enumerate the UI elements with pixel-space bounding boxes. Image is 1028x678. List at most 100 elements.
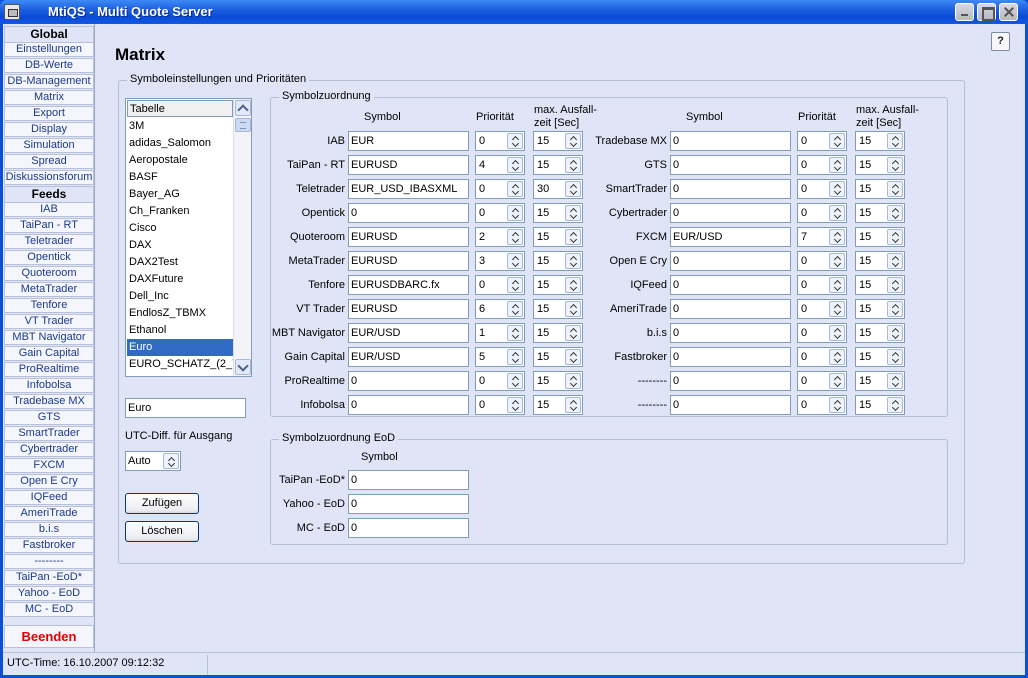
timeout-spinner[interactable]: 15	[533, 227, 583, 247]
spinner-icon[interactable]	[887, 349, 903, 365]
list-item[interactable]: EURO_SCHATZ_(2_YE	[127, 356, 233, 373]
priority-spinner[interactable]: 0	[797, 275, 847, 295]
timeout-spinner[interactable]: 15	[855, 347, 905, 367]
timeout-spinner[interactable]: 15	[855, 131, 905, 151]
list-item[interactable]: Ethanol	[127, 322, 233, 339]
sidebar-item-gain-capital[interactable]: Gain Capital	[4, 346, 94, 361]
sidebar-item-yahoo-eod[interactable]: Yahoo - EoD	[4, 586, 94, 601]
priority-spinner[interactable]: 0	[475, 179, 525, 199]
timeout-spinner[interactable]: 15	[855, 179, 905, 199]
list-item[interactable]: DAXFuture	[127, 271, 233, 288]
sidebar-item-b-i-s[interactable]: b.i.s	[4, 522, 94, 537]
minimize-button[interactable]	[955, 3, 974, 21]
timeout-spinner[interactable]: 15	[533, 203, 583, 223]
sidebar-item-einstellungen[interactable]: Einstellungen	[4, 42, 94, 57]
list-item-selected[interactable]: Euro	[127, 339, 233, 356]
spinner-icon[interactable]	[565, 157, 581, 173]
spinner-icon[interactable]	[507, 301, 523, 317]
timeout-spinner[interactable]: 15	[533, 347, 583, 367]
spinner-icon[interactable]	[565, 301, 581, 317]
symbol-input-tradebase-mx[interactable]: 0	[670, 131, 791, 151]
symbol-name-input[interactable]: Euro	[125, 398, 246, 418]
sidebar-item-display[interactable]: Display	[4, 122, 94, 137]
help-button[interactable]: ?	[991, 32, 1010, 51]
symbol-input-fxcm[interactable]: EUR/USD	[670, 227, 791, 247]
spinner-icon[interactable]	[507, 397, 523, 413]
priority-spinner[interactable]: 0	[797, 347, 847, 367]
app-icon[interactable]	[4, 4, 20, 20]
title-bar[interactable]: MtiQS - Multi Quote Server	[0, 0, 1028, 24]
timeout-spinner[interactable]: 15	[855, 251, 905, 271]
timeout-spinner[interactable]: 15	[855, 155, 905, 175]
sidebar-item-iab[interactable]: IAB	[4, 202, 94, 217]
scroll-up-icon[interactable]	[235, 100, 251, 116]
symbol-input-prorealtime[interactable]: 0	[348, 371, 469, 391]
spinner-icon[interactable]	[887, 133, 903, 149]
symbol-input-open-e-cry[interactable]: 0	[670, 251, 791, 271]
priority-spinner[interactable]: 0	[797, 131, 847, 151]
spinner-icon[interactable]	[829, 325, 845, 341]
utc-diff-select[interactable]: Auto	[125, 451, 181, 471]
spinner-icon[interactable]	[829, 277, 845, 293]
symbol-input-b-i-s[interactable]: 0	[670, 323, 791, 343]
sidebar-item-prorealtime[interactable]: ProRealtime	[4, 362, 94, 377]
spinner-icon[interactable]	[507, 181, 523, 197]
spinner-icon[interactable]	[829, 157, 845, 173]
spinner-icon[interactable]	[507, 325, 523, 341]
timeout-spinner[interactable]: 15	[533, 155, 583, 175]
spinner-icon[interactable]	[887, 373, 903, 389]
scroll-down-icon[interactable]	[235, 359, 251, 375]
spinner-icon[interactable]	[829, 301, 845, 317]
sidebar-item-iqfeed[interactable]: IQFeed	[4, 490, 94, 505]
symbol-input-mbt-navigator[interactable]: EUR/USD	[348, 323, 469, 343]
symbol-input-vt-trader[interactable]: EURUSD	[348, 299, 469, 319]
timeout-spinner[interactable]: 15	[855, 371, 905, 391]
symbol-input-opentick[interactable]: 0	[348, 203, 469, 223]
symbol-input-separator[interactable]: 0	[670, 395, 791, 415]
timeout-spinner[interactable]: 15	[855, 395, 905, 415]
symbol-input-metatrader[interactable]: EURUSD	[348, 251, 469, 271]
priority-spinner[interactable]: 0	[797, 395, 847, 415]
spinner-icon[interactable]	[887, 253, 903, 269]
list-item[interactable]: Aeropostale	[127, 152, 233, 169]
priority-spinner[interactable]: 0	[797, 371, 847, 391]
list-scrollbar[interactable]	[233, 99, 251, 376]
priority-spinner[interactable]: 0	[475, 131, 525, 151]
timeout-spinner[interactable]: 15	[855, 275, 905, 295]
timeout-spinner[interactable]: 15	[533, 371, 583, 391]
spinner-icon[interactable]	[829, 349, 845, 365]
timeout-spinner[interactable]: 15	[533, 323, 583, 343]
symbol-input-teletrader[interactable]: EUR_USD_IBASXML	[348, 179, 469, 199]
spinner-icon[interactable]	[565, 277, 581, 293]
spinner-icon[interactable]	[565, 373, 581, 389]
sidebar-item-tradebase-mx[interactable]: Tradebase MX	[4, 394, 94, 409]
symbol-input-separator[interactable]: 0	[670, 371, 791, 391]
spinner-icon[interactable]	[887, 301, 903, 317]
spinner-icon[interactable]	[887, 325, 903, 341]
spinner-icon[interactable]	[565, 253, 581, 269]
sidebar-item-separator[interactable]: --------	[4, 554, 94, 569]
sidebar-item-spread[interactable]: Spread	[4, 154, 94, 169]
sidebar-item-opentick[interactable]: Opentick	[4, 250, 94, 265]
spinner-icon[interactable]	[565, 349, 581, 365]
sidebar-item-taipan-rt[interactable]: TaiPan - RT	[4, 218, 94, 233]
spinner-icon[interactable]	[829, 229, 845, 245]
symbol-input-cybertrader[interactable]: 0	[670, 203, 791, 223]
spinner-icon[interactable]	[507, 205, 523, 221]
symbol-input-ameritrade[interactable]: 0	[670, 299, 791, 319]
eod-symbol-input-mc-eod[interactable]: 0	[348, 518, 469, 538]
spinner-icon[interactable]	[507, 349, 523, 365]
exit-button[interactable]: Beenden	[4, 625, 94, 648]
spinner-icon[interactable]	[507, 253, 523, 269]
sidebar-item-fxcm[interactable]: FXCM	[4, 458, 94, 473]
sidebar-item-infobolsa[interactable]: Infobolsa	[4, 378, 94, 393]
timeout-spinner[interactable]: 15	[855, 299, 905, 319]
symbol-input-fastbroker[interactable]: 0	[670, 347, 791, 367]
list-item[interactable]: DAX	[127, 237, 233, 254]
spinner-icon[interactable]	[887, 181, 903, 197]
symbol-input-iab[interactable]: EUR	[348, 131, 469, 151]
symbol-input-gts[interactable]: 0	[670, 155, 791, 175]
list-item[interactable]: EndlosZ_TBMX	[127, 305, 233, 322]
symbol-input-tenfore[interactable]: EURUSDBARC.fx	[348, 275, 469, 295]
symbol-input-iqfeed[interactable]: 0	[670, 275, 791, 295]
